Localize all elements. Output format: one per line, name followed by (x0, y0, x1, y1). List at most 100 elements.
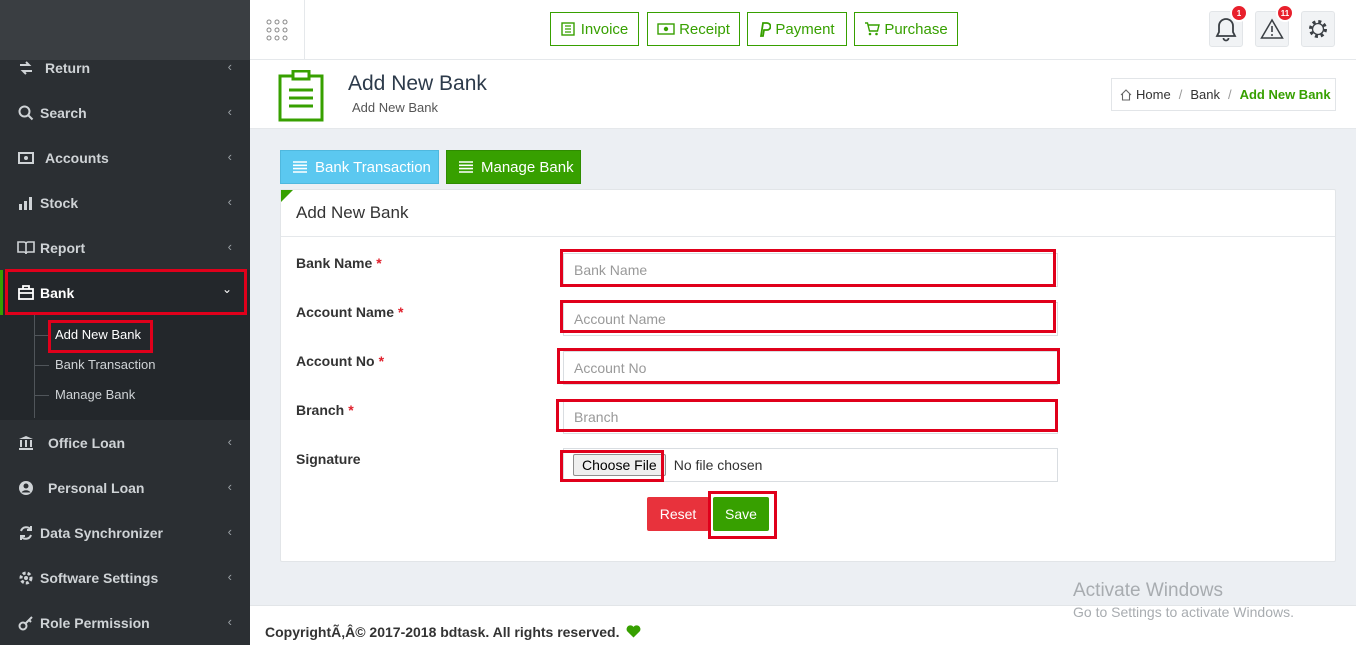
sidebar-item-accounts[interactable]: Accounts ‹ (0, 135, 250, 180)
account-name-label: Account Name * (296, 304, 404, 320)
money-icon (14, 151, 38, 164)
sidebar-item-bank[interactable]: Bank ⌄ (0, 270, 250, 315)
account-no-input[interactable] (563, 351, 1058, 385)
payment-button[interactable]: Payment (747, 12, 847, 46)
warning-icon (1260, 18, 1284, 39)
sidebar-item-office-loan[interactable]: Office Loan ‹ (0, 420, 250, 465)
bank-transaction-label: Bank Transaction (315, 158, 431, 176)
breadcrumb: Home / Bank / Add New Bank (1111, 78, 1336, 111)
sidebar-item-role-permission[interactable]: Role Permission ‹ (0, 600, 250, 645)
branch-label: Branch * (296, 402, 354, 418)
sidebar-item-label: Bank (40, 284, 75, 301)
sidebar-item-label: Accounts (45, 149, 109, 166)
chevron-left-icon: ‹ (227, 524, 232, 539)
bank-icon (14, 285, 38, 300)
signature-label: Signature (296, 451, 361, 467)
sidebar-item-label: Search (40, 104, 87, 121)
home-icon (1120, 88, 1132, 101)
bank-name-label: Bank Name * (296, 255, 382, 271)
gear-icon (1309, 20, 1327, 38)
chevron-left-icon: ‹ (227, 434, 232, 449)
sidebar-item-return[interactable]: Return ‹ (0, 45, 250, 90)
sidebar-item-data-synchronizer[interactable]: Data Synchronizer ‹ (0, 510, 250, 555)
footer-copyright: CopyrightÃ‚Â© 2017-2018 bdtask. All righ… (265, 624, 641, 640)
account-no-label: Account No * (296, 353, 385, 369)
sidebar-item-label: Software Settings (40, 569, 159, 586)
paypal-icon (760, 21, 772, 37)
notifications-badge: 1 (1230, 4, 1248, 22)
chevron-left-icon: ‹ (227, 239, 232, 254)
chevron-left-icon: ‹ (227, 149, 232, 164)
breadcrumb-bank[interactable]: Bank (1190, 87, 1220, 102)
institution-icon (14, 435, 38, 450)
panel-title: Add New Bank (296, 203, 409, 222)
payment-button-label: Payment (775, 20, 835, 38)
submenu-item-add-new-bank[interactable]: Add New Bank (35, 327, 141, 342)
app-grid-button[interactable] (250, 0, 305, 59)
purchase-button[interactable]: Purchase (854, 12, 958, 46)
search-icon (14, 105, 38, 121)
breadcrumb-home[interactable]: Home (1136, 87, 1171, 102)
submenu-item-label: Manage Bank (55, 387, 136, 402)
sidebar-item-label: Office Loan (48, 434, 126, 451)
file-status: No file chosen (673, 457, 763, 473)
invoice-icon (561, 22, 575, 36)
sidebar: Return ‹ Search ‹ Accounts ‹ Stock ‹ Rep… (0, 0, 250, 645)
breadcrumb-current: Add New Bank (1239, 87, 1331, 102)
alerts-button[interactable]: 11 (1255, 4, 1294, 47)
branch-input[interactable] (563, 400, 1058, 434)
windows-watermark-subtitle: Go to Settings to activate Windows. (1073, 604, 1294, 620)
bank-submenu: Add New Bank Bank Transaction Manage Ban… (0, 315, 250, 420)
sidebar-item-label: Return (45, 59, 91, 76)
page-header: Add New Bank Add New Bank Home / Bank / … (250, 60, 1356, 129)
signature-file-field: Choose File No file chosen (563, 448, 1058, 482)
user-circle-icon (14, 480, 38, 496)
choose-file-button[interactable]: Choose File (573, 454, 666, 476)
chevron-left-icon: ‹ (227, 479, 232, 494)
chevron-left-icon: ‹ (227, 59, 232, 74)
bank-transaction-button[interactable]: Bank Transaction (280, 150, 439, 184)
bank-name-input[interactable] (563, 253, 1058, 287)
submenu-item-label: Bank Transaction (55, 357, 156, 372)
submenu-item-label: Add New Bank (55, 327, 141, 342)
alerts-badge: 11 (1276, 4, 1294, 22)
invoice-button[interactable]: Invoice (550, 12, 639, 46)
settings-button[interactable] (1301, 11, 1335, 47)
sidebar-item-personal-loan[interactable]: Personal Loan ‹ (0, 465, 250, 510)
return-icon (14, 60, 38, 75)
sidebar-item-search[interactable]: Search ‹ (0, 90, 250, 135)
bar-chart-icon (14, 196, 38, 210)
clipboard-icon (278, 70, 324, 122)
purchase-button-label: Purchase (884, 20, 948, 38)
sidebar-item-stock[interactable]: Stock ‹ (0, 180, 250, 225)
sidebar-item-label: Stock (40, 194, 79, 211)
notifications-button[interactable]: 1 (1209, 4, 1248, 47)
manage-bank-button[interactable]: Manage Bank (446, 150, 581, 184)
submenu-item-bank-transaction[interactable]: Bank Transaction (35, 357, 156, 372)
key-icon (14, 615, 38, 631)
invoice-button-label: Invoice (580, 20, 629, 38)
sidebar-item-label: Report (40, 239, 86, 256)
reset-button[interactable]: Reset (647, 497, 709, 531)
save-button[interactable]: Save (713, 497, 769, 531)
list-icon (293, 161, 307, 173)
sidebar-item-label: Data Synchronizer (40, 524, 163, 541)
sync-icon (14, 525, 38, 541)
windows-watermark-title: Activate Windows (1073, 580, 1223, 601)
chevron-left-icon: ‹ (227, 569, 232, 584)
heart-icon (626, 625, 641, 638)
submenu-item-manage-bank[interactable]: Manage Bank (35, 387, 136, 402)
add-bank-panel: Add New Bank Bank Name* Account Name* Ac… (280, 189, 1336, 562)
receipt-button[interactable]: Receipt (647, 12, 740, 46)
receipt-button-label: Receipt (679, 20, 730, 38)
sidebar-item-software-settings[interactable]: Software Settings ‹ (0, 555, 250, 600)
money-icon (657, 23, 675, 35)
sidebar-item-report[interactable]: Report ‹ (0, 225, 250, 270)
chevron-down-icon: ⌄ (221, 282, 232, 296)
sidebar-item-label: Role Permission (40, 614, 150, 631)
active-indicator (0, 270, 3, 315)
chevron-left-icon: ‹ (227, 104, 232, 119)
manage-bank-label: Manage Bank (481, 158, 574, 176)
cart-icon (865, 22, 881, 36)
account-name-input[interactable] (563, 302, 1058, 336)
